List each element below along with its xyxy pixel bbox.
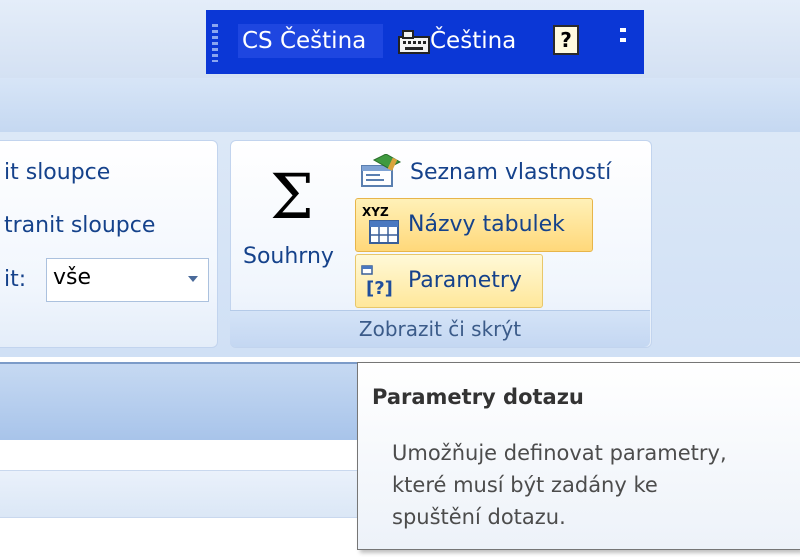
keyboard-layout-label[interactable]: Čeština — [430, 24, 516, 58]
tooltip-line: Umožňuje definovat parametry, — [392, 441, 727, 465]
totals-button-label[interactable]: Souhrny — [243, 244, 334, 269]
table-names-icon-text: XYZ — [362, 205, 389, 219]
property-sheet-button[interactable]: Seznam vlastností — [410, 160, 611, 185]
show-columns-button[interactable]: it sloupce — [4, 160, 110, 185]
filter-label: it: — [4, 267, 27, 292]
input-language-button[interactable]: CS Čeština — [238, 24, 383, 58]
tooltip-title: Parametry dotazu — [372, 385, 584, 409]
help-icon[interactable]: ? — [553, 25, 579, 55]
keyboard-icon[interactable] — [397, 27, 431, 57]
filter-dropdown[interactable]: vše — [46, 258, 209, 302]
property-sheet-icon[interactable] — [360, 154, 404, 188]
chevron-down-icon[interactable] — [188, 276, 198, 282]
language-bar-grip[interactable] — [212, 24, 218, 62]
hide-columns-button[interactable]: tranit sloupce — [4, 213, 155, 238]
totals-sigma-icon[interactable]: Σ — [270, 160, 314, 233]
tooltip-body: Umožňuje definovat parametry, které musí… — [392, 437, 727, 533]
tooltip-line: které musí být zadány ke — [392, 473, 658, 497]
svg-text:[?]: [?] — [366, 278, 393, 299]
tooltip-line: spuštění dotazu. — [392, 505, 566, 529]
group-label: Zobrazit či skrýt — [230, 310, 650, 347]
table-names-icon: XYZ — [362, 205, 399, 244]
options-icon[interactable] — [618, 22, 628, 62]
table-names-label: Názvy tabulek — [408, 212, 565, 237]
filter-dropdown-value: vše — [53, 265, 92, 290]
ribbon-tab-bar — [0, 78, 800, 133]
tooltip: Parametry dotazu Umožňuje definovat para… — [357, 362, 800, 550]
parameters-label: Parametry — [408, 268, 522, 293]
parameters-icon: [?] — [361, 265, 393, 299]
input-language-label: CS Čeština — [242, 28, 367, 54]
